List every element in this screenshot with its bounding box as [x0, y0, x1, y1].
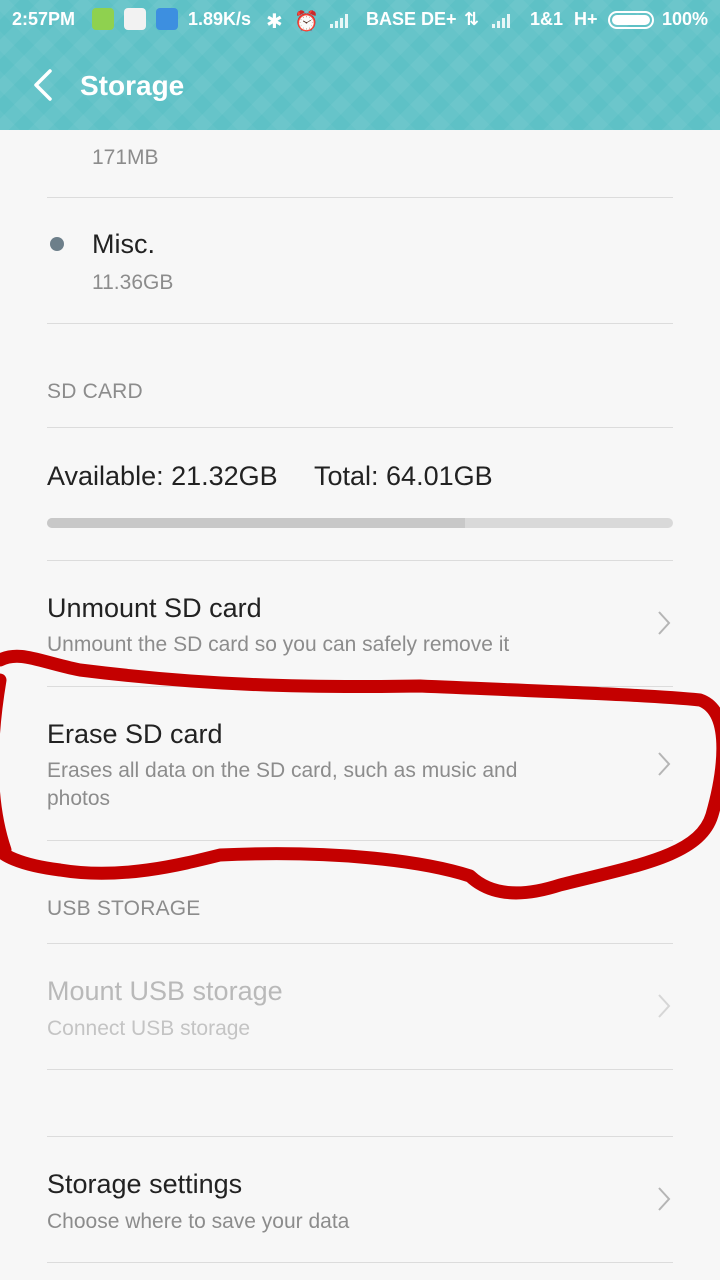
- battery-percent: 100%: [662, 9, 709, 29]
- alarm-off-icon: ⏰: [294, 11, 319, 33]
- battery-icon: [608, 11, 654, 29]
- erase-sd-subtitle-line1: Erases all data on the SD card, such as …: [47, 759, 518, 782]
- app-notification-icon: [124, 8, 146, 30]
- chevron-right-icon: [658, 1187, 671, 1211]
- data-transfer-icon: ⇅: [464, 9, 480, 29]
- sd-card-section-header: SD CARD: [47, 380, 143, 403]
- bluetooth-icon: ✱: [266, 11, 283, 33]
- sd-card-capacity: Available: 21.32GB Total: 64.01GB: [0, 428, 720, 560]
- misc-label: Misc.: [92, 229, 155, 259]
- storage-item-partial[interactable]: 171MB: [0, 130, 720, 198]
- erase-sd-title: Erase SD card: [47, 719, 223, 749]
- network-type-label: H+: [574, 9, 598, 29]
- mount-usb-subtitle: Connect USB storage: [47, 1017, 251, 1040]
- carrier2-label: 1&1: [530, 9, 564, 29]
- sd-usage-fill: [47, 518, 465, 528]
- unmount-sd-title: Unmount SD card: [47, 593, 262, 623]
- mount-usb-title: Mount USB storage: [47, 976, 283, 1006]
- unmount-sd-card-item[interactable]: Unmount SD card Unmount the SD card so y…: [0, 561, 720, 686]
- sd-total-label: Total: 64.01GB: [314, 461, 493, 491]
- calendar-notification-icon: [156, 8, 178, 30]
- shield-notification-icon: [92, 8, 114, 30]
- storage-settings-item[interactable]: Storage settings Choose where to save yo…: [0, 1137, 720, 1262]
- carrier1-label: BASE DE+: [366, 9, 457, 29]
- erase-sd-card-item[interactable]: Erase SD card Erases all data on the SD …: [0, 687, 720, 840]
- unmount-sd-subtitle: Unmount the SD card so you can safely re…: [47, 633, 510, 656]
- signal1-icon: [330, 12, 352, 28]
- page-title: Storage: [80, 70, 185, 101]
- chevron-right-icon: [658, 611, 671, 635]
- storage-settings-title: Storage settings: [47, 1169, 243, 1199]
- signal2-icon: [492, 12, 514, 28]
- sd-usage-bar: [47, 518, 673, 528]
- action-bar: Storage: [0, 40, 720, 130]
- back-arrow-icon[interactable]: [32, 67, 54, 103]
- misc-size: 11.36GB: [92, 271, 174, 294]
- usb-storage-section-header: USB STORAGE: [47, 897, 201, 920]
- erase-sd-subtitle-line2: photos: [47, 787, 111, 810]
- storage-item-misc[interactable]: Misc. 11.36GB: [0, 198, 720, 323]
- misc-color-dot-icon: [50, 237, 64, 251]
- divider: [47, 323, 673, 324]
- storage-settings-subtitle: Choose where to save your data: [47, 1210, 350, 1233]
- chevron-right-icon: [658, 994, 671, 1018]
- divider: [47, 1262, 673, 1263]
- divider: [47, 840, 673, 841]
- network-speed: 1.89K/s: [188, 9, 252, 29]
- partial-item-size: 171MB: [92, 146, 159, 169]
- sd-available-label: Available: 21.32GB: [47, 461, 278, 491]
- mount-usb-storage-item[interactable]: Mount USB storage Connect USB storage: [0, 944, 720, 1069]
- divider: [47, 1069, 673, 1070]
- header: 2:57PM 1.89K/s ✱ ⏰ BASE DE+ ⇅ 1&1 H+ 100…: [0, 0, 720, 130]
- status-bar: 2:57PM 1.89K/s ✱ ⏰ BASE DE+ ⇅ 1&1 H+ 100…: [0, 0, 720, 40]
- chevron-right-icon: [658, 752, 671, 776]
- status-time: 2:57PM: [12, 9, 76, 29]
- storage-screen: 2:57PM 1.89K/s ✱ ⏰ BASE DE+ ⇅ 1&1 H+ 100…: [0, 0, 720, 1280]
